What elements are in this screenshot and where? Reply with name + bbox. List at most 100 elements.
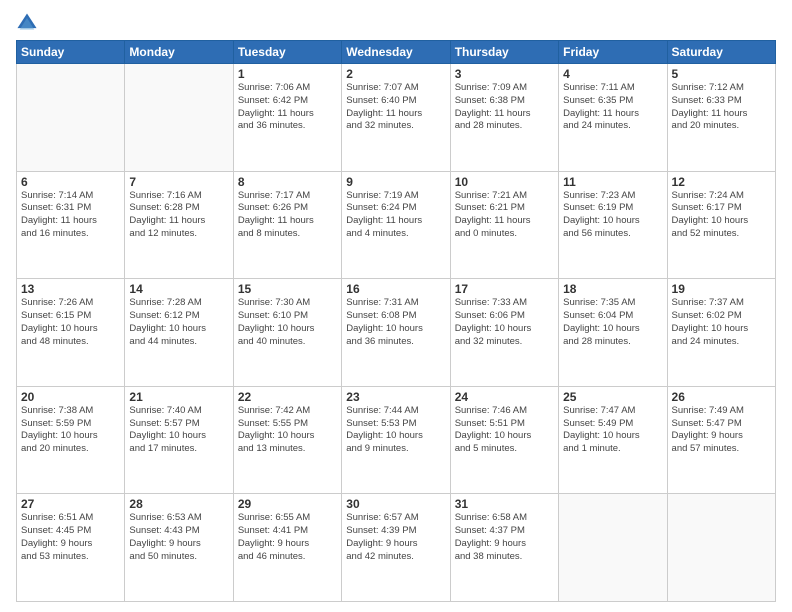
day-info: Sunrise: 7:24 AM Sunset: 6:17 PM Dayligh… bbox=[672, 190, 771, 241]
day-info: Sunrise: 7:33 AM Sunset: 6:06 PM Dayligh… bbox=[455, 297, 554, 348]
calendar-cell: 16Sunrise: 7:31 AM Sunset: 6:08 PM Dayli… bbox=[342, 279, 450, 387]
calendar-cell: 13Sunrise: 7:26 AM Sunset: 6:15 PM Dayli… bbox=[17, 279, 125, 387]
calendar-cell bbox=[667, 494, 775, 602]
day-info: Sunrise: 7:12 AM Sunset: 6:33 PM Dayligh… bbox=[672, 82, 771, 133]
calendar-cell bbox=[17, 64, 125, 172]
day-number: 22 bbox=[238, 390, 337, 404]
day-info: Sunrise: 7:30 AM Sunset: 6:10 PM Dayligh… bbox=[238, 297, 337, 348]
calendar-cell: 30Sunrise: 6:57 AM Sunset: 4:39 PM Dayli… bbox=[342, 494, 450, 602]
weekday-header: Monday bbox=[125, 41, 233, 64]
day-info: Sunrise: 7:09 AM Sunset: 6:38 PM Dayligh… bbox=[455, 82, 554, 133]
calendar-cell: 21Sunrise: 7:40 AM Sunset: 5:57 PM Dayli… bbox=[125, 386, 233, 494]
calendar-week-row: 1Sunrise: 7:06 AM Sunset: 6:42 PM Daylig… bbox=[17, 64, 776, 172]
day-info: Sunrise: 7:19 AM Sunset: 6:24 PM Dayligh… bbox=[346, 190, 445, 241]
day-number: 17 bbox=[455, 282, 554, 296]
calendar-cell bbox=[559, 494, 667, 602]
day-info: Sunrise: 7:49 AM Sunset: 5:47 PM Dayligh… bbox=[672, 405, 771, 456]
day-number: 14 bbox=[129, 282, 228, 296]
calendar-cell: 31Sunrise: 6:58 AM Sunset: 4:37 PM Dayli… bbox=[450, 494, 558, 602]
day-number: 18 bbox=[563, 282, 662, 296]
day-number: 29 bbox=[238, 497, 337, 511]
calendar-cell: 11Sunrise: 7:23 AM Sunset: 6:19 PM Dayli… bbox=[559, 171, 667, 279]
calendar-cell: 15Sunrise: 7:30 AM Sunset: 6:10 PM Dayli… bbox=[233, 279, 341, 387]
day-number: 27 bbox=[21, 497, 120, 511]
calendar-cell: 28Sunrise: 6:53 AM Sunset: 4:43 PM Dayli… bbox=[125, 494, 233, 602]
day-info: Sunrise: 6:57 AM Sunset: 4:39 PM Dayligh… bbox=[346, 512, 445, 563]
calendar-cell: 7Sunrise: 7:16 AM Sunset: 6:28 PM Daylig… bbox=[125, 171, 233, 279]
calendar-week-row: 6Sunrise: 7:14 AM Sunset: 6:31 PM Daylig… bbox=[17, 171, 776, 279]
day-info: Sunrise: 7:47 AM Sunset: 5:49 PM Dayligh… bbox=[563, 405, 662, 456]
day-number: 10 bbox=[455, 175, 554, 189]
calendar-cell: 14Sunrise: 7:28 AM Sunset: 6:12 PM Dayli… bbox=[125, 279, 233, 387]
calendar-cell: 10Sunrise: 7:21 AM Sunset: 6:21 PM Dayli… bbox=[450, 171, 558, 279]
calendar-cell: 6Sunrise: 7:14 AM Sunset: 6:31 PM Daylig… bbox=[17, 171, 125, 279]
day-number: 26 bbox=[672, 390, 771, 404]
day-number: 15 bbox=[238, 282, 337, 296]
day-number: 8 bbox=[238, 175, 337, 189]
day-number: 3 bbox=[455, 67, 554, 81]
day-info: Sunrise: 7:16 AM Sunset: 6:28 PM Dayligh… bbox=[129, 190, 228, 241]
logo-icon bbox=[16, 12, 38, 34]
calendar-cell: 17Sunrise: 7:33 AM Sunset: 6:06 PM Dayli… bbox=[450, 279, 558, 387]
calendar-cell: 23Sunrise: 7:44 AM Sunset: 5:53 PM Dayli… bbox=[342, 386, 450, 494]
day-number: 30 bbox=[346, 497, 445, 511]
calendar-week-row: 20Sunrise: 7:38 AM Sunset: 5:59 PM Dayli… bbox=[17, 386, 776, 494]
calendar-cell: 4Sunrise: 7:11 AM Sunset: 6:35 PM Daylig… bbox=[559, 64, 667, 172]
day-info: Sunrise: 7:14 AM Sunset: 6:31 PM Dayligh… bbox=[21, 190, 120, 241]
day-number: 20 bbox=[21, 390, 120, 404]
weekday-header: Friday bbox=[559, 41, 667, 64]
day-number: 21 bbox=[129, 390, 228, 404]
calendar-cell: 2Sunrise: 7:07 AM Sunset: 6:40 PM Daylig… bbox=[342, 64, 450, 172]
day-info: Sunrise: 6:51 AM Sunset: 4:45 PM Dayligh… bbox=[21, 512, 120, 563]
day-info: Sunrise: 7:23 AM Sunset: 6:19 PM Dayligh… bbox=[563, 190, 662, 241]
day-number: 23 bbox=[346, 390, 445, 404]
day-info: Sunrise: 6:55 AM Sunset: 4:41 PM Dayligh… bbox=[238, 512, 337, 563]
weekday-header: Wednesday bbox=[342, 41, 450, 64]
day-info: Sunrise: 7:44 AM Sunset: 5:53 PM Dayligh… bbox=[346, 405, 445, 456]
day-number: 13 bbox=[21, 282, 120, 296]
day-number: 25 bbox=[563, 390, 662, 404]
calendar-cell: 27Sunrise: 6:51 AM Sunset: 4:45 PM Dayli… bbox=[17, 494, 125, 602]
calendar-cell: 19Sunrise: 7:37 AM Sunset: 6:02 PM Dayli… bbox=[667, 279, 775, 387]
calendar-cell: 1Sunrise: 7:06 AM Sunset: 6:42 PM Daylig… bbox=[233, 64, 341, 172]
calendar-cell: 29Sunrise: 6:55 AM Sunset: 4:41 PM Dayli… bbox=[233, 494, 341, 602]
day-info: Sunrise: 7:40 AM Sunset: 5:57 PM Dayligh… bbox=[129, 405, 228, 456]
calendar-cell: 20Sunrise: 7:38 AM Sunset: 5:59 PM Dayli… bbox=[17, 386, 125, 494]
day-info: Sunrise: 7:06 AM Sunset: 6:42 PM Dayligh… bbox=[238, 82, 337, 133]
page: SundayMondayTuesdayWednesdayThursdayFrid… bbox=[0, 0, 792, 612]
day-info: Sunrise: 7:46 AM Sunset: 5:51 PM Dayligh… bbox=[455, 405, 554, 456]
calendar-cell: 12Sunrise: 7:24 AM Sunset: 6:17 PM Dayli… bbox=[667, 171, 775, 279]
day-number: 16 bbox=[346, 282, 445, 296]
calendar-cell: 22Sunrise: 7:42 AM Sunset: 5:55 PM Dayli… bbox=[233, 386, 341, 494]
day-number: 4 bbox=[563, 67, 662, 81]
day-info: Sunrise: 7:17 AM Sunset: 6:26 PM Dayligh… bbox=[238, 190, 337, 241]
day-number: 1 bbox=[238, 67, 337, 81]
calendar-cell: 3Sunrise: 7:09 AM Sunset: 6:38 PM Daylig… bbox=[450, 64, 558, 172]
day-number: 19 bbox=[672, 282, 771, 296]
day-number: 11 bbox=[563, 175, 662, 189]
logo bbox=[16, 12, 42, 34]
day-info: Sunrise: 7:28 AM Sunset: 6:12 PM Dayligh… bbox=[129, 297, 228, 348]
day-info: Sunrise: 7:31 AM Sunset: 6:08 PM Dayligh… bbox=[346, 297, 445, 348]
calendar-cell: 9Sunrise: 7:19 AM Sunset: 6:24 PM Daylig… bbox=[342, 171, 450, 279]
header-row: SundayMondayTuesdayWednesdayThursdayFrid… bbox=[17, 41, 776, 64]
calendar-cell: 26Sunrise: 7:49 AM Sunset: 5:47 PM Dayli… bbox=[667, 386, 775, 494]
day-info: Sunrise: 7:26 AM Sunset: 6:15 PM Dayligh… bbox=[21, 297, 120, 348]
day-number: 31 bbox=[455, 497, 554, 511]
day-number: 7 bbox=[129, 175, 228, 189]
calendar-cell: 25Sunrise: 7:47 AM Sunset: 5:49 PM Dayli… bbox=[559, 386, 667, 494]
calendar-cell: 24Sunrise: 7:46 AM Sunset: 5:51 PM Dayli… bbox=[450, 386, 558, 494]
weekday-header: Saturday bbox=[667, 41, 775, 64]
weekday-header: Tuesday bbox=[233, 41, 341, 64]
day-number: 9 bbox=[346, 175, 445, 189]
day-number: 2 bbox=[346, 67, 445, 81]
calendar-cell: 18Sunrise: 7:35 AM Sunset: 6:04 PM Dayli… bbox=[559, 279, 667, 387]
day-number: 24 bbox=[455, 390, 554, 404]
day-info: Sunrise: 7:11 AM Sunset: 6:35 PM Dayligh… bbox=[563, 82, 662, 133]
calendar-cell: 5Sunrise: 7:12 AM Sunset: 6:33 PM Daylig… bbox=[667, 64, 775, 172]
day-info: Sunrise: 7:07 AM Sunset: 6:40 PM Dayligh… bbox=[346, 82, 445, 133]
weekday-header: Thursday bbox=[450, 41, 558, 64]
weekday-header: Sunday bbox=[17, 41, 125, 64]
day-info: Sunrise: 6:53 AM Sunset: 4:43 PM Dayligh… bbox=[129, 512, 228, 563]
calendar-table: SundayMondayTuesdayWednesdayThursdayFrid… bbox=[16, 40, 776, 602]
